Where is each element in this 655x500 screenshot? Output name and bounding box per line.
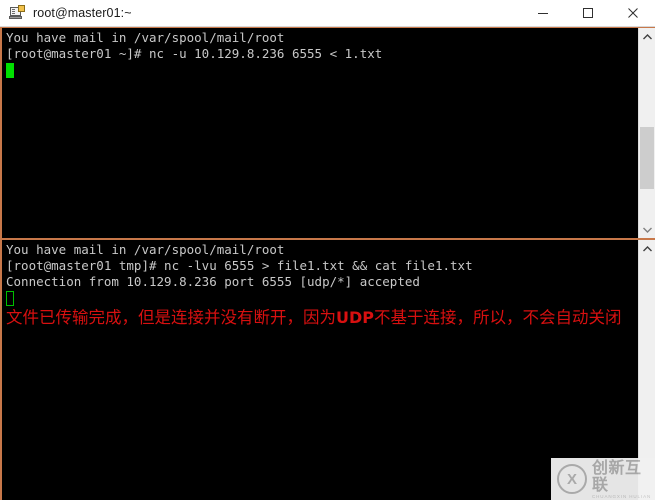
terminal-top-output: You have mail in /var/spool/mail/root [r… [4, 28, 638, 238]
chevron-down-icon [642, 227, 652, 233]
terminal-line: [root@master01 tmp]# nc -lvu 6555 > file… [6, 258, 473, 273]
scroll-track-lower-top[interactable] [639, 189, 655, 221]
scroll-up-button-bottom[interactable] [639, 240, 655, 257]
watermark-logo: X 创新互联 CHUANGXIN HULIAN [551, 458, 655, 500]
watermark-circle-x-icon: X [557, 464, 587, 494]
terminal-line: You have mail in /var/spool/mail/root [6, 30, 285, 45]
scrollbar-top-pane[interactable] [638, 28, 655, 238]
scroll-thumb-top[interactable] [640, 127, 654, 189]
minimize-button[interactable] [520, 0, 565, 27]
watermark-sub-text: CHUANGXIN HULIAN [592, 493, 652, 499]
chevron-up-icon [642, 245, 652, 251]
minimize-icon [537, 13, 548, 14]
maximize-icon [582, 8, 593, 18]
scroll-track-upper-top[interactable] [639, 45, 655, 127]
terminal-line: You have mail in /var/spool/mail/root [6, 242, 285, 257]
terminal-cursor-top [6, 63, 14, 78]
title-bar[interactable]: root@master01:~ [0, 0, 655, 27]
watermark-main-text: 创新互联 [592, 457, 642, 494]
close-icon [627, 8, 638, 18]
maximize-button[interactable] [565, 0, 610, 27]
terminal-line: Connection from 10.129.8.236 port 6555 [… [6, 274, 420, 289]
window-controls [520, 0, 655, 27]
chevron-up-icon [642, 33, 652, 39]
annotation-emphasis-udp: UDP [336, 308, 374, 327]
window-title: root@master01:~ [33, 6, 132, 20]
terminal-cursor-bottom [6, 291, 14, 306]
watermark-text-group: 创新互联 CHUANGXIN HULIAN [592, 459, 655, 500]
annotation-part1: 文件已传输完成，但是连接并没有断开，因为 [6, 308, 336, 327]
close-button[interactable] [610, 0, 655, 27]
annotation-part2: 不基于连接，所以，不会自动关闭 [374, 308, 622, 327]
red-annotation-text: 文件已传输完成，但是连接并没有断开，因为UDP不基于连接，所以，不会自动关闭 [6, 307, 638, 329]
terminal-bottom-output: You have mail in /var/spool/mail/root [r… [4, 240, 638, 500]
terminal-pane-top[interactable]: You have mail in /var/spool/mail/root [r… [0, 27, 655, 238]
putty-window: root@master01:~ You have mail in /var/sp… [0, 0, 655, 500]
terminal-line: [root@master01 ~]# nc -u 10.129.8.236 65… [6, 46, 383, 61]
scroll-up-button-top[interactable] [639, 28, 655, 45]
putty-terminal-icon [9, 5, 25, 21]
title-bar-left: root@master01:~ [0, 5, 520, 21]
scroll-down-button-top[interactable] [639, 221, 655, 238]
